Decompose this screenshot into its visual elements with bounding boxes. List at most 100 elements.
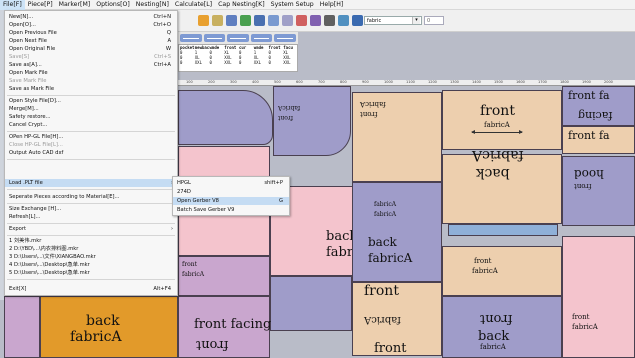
menu-piece[interactable]: Piece[P] — [25, 0, 56, 10]
menu-item-export[interactable]: Export › — [5, 225, 177, 233]
menu-item-label: Export — [9, 226, 26, 232]
menu-item-exit[interactable]: Exit[X] Alt+F4 — [5, 285, 177, 293]
menu-item-label: New[N]... — [9, 14, 34, 20]
menu-item-open[interactable]: Open[O]... Ctrl+O — [5, 21, 177, 29]
ruler-tick: 200 — [208, 80, 215, 84]
piece-label: fabricA — [364, 314, 401, 325]
menu-item-shortcut: W — [165, 46, 171, 52]
menu-file[interactable]: File[F] — [0, 0, 25, 10]
menu-item-load-plt[interactable]: Load .PLT file› — [5, 179, 177, 187]
arrange-icon[interactable] — [198, 15, 209, 26]
pants-icon[interactable] — [352, 15, 363, 26]
menu-item-open-next[interactable]: Open Next File A — [5, 37, 177, 45]
menu-item-shortcut: Ctrl+S — [154, 54, 171, 60]
menu-item-recent-4[interactable]: 4 D:\Users\...\Desktop\急单.mkr — [5, 261, 177, 269]
menu-cap-nesting[interactable]: Cap Nesting[K] — [215, 0, 268, 10]
menu-item-open-hpgl[interactable]: OPen HP-GL File[H]... — [5, 133, 177, 141]
pattern-piece[interactable] — [4, 296, 40, 358]
piece-label: fabricA — [360, 100, 386, 108]
menu-help[interactable]: Help[H] — [317, 0, 347, 10]
menu-item-open-previous[interactable]: Open Previous File Q — [5, 29, 177, 37]
menu-separator — [7, 131, 175, 132]
menu-item-open-style-file[interactable]: Open Style File[D]... — [5, 97, 177, 105]
menu-item-save-mark-file[interactable]: Save Mark File — [5, 77, 177, 85]
submenu-item-hpgl[interactable]: HPGL shift+P — [173, 179, 289, 187]
piece-thumbnail[interactable] — [227, 34, 249, 42]
menu-item-label: Open[O]... — [9, 22, 36, 28]
ruler-tick: 800 — [340, 80, 347, 84]
ruler-tick: 1800 — [560, 80, 569, 84]
shirt-icon[interactable] — [324, 15, 335, 26]
menu-item-safety-restore[interactable]: Safety restore... — [5, 113, 177, 121]
piece-thumbnail[interactable] — [203, 34, 226, 42]
piece-label: front — [480, 311, 513, 326]
piece-thumbnail[interactable] — [250, 34, 273, 42]
person-icon[interactable] — [226, 15, 237, 26]
menu-item-save-as-mark-file[interactable]: Save as Mark File — [5, 85, 177, 93]
menu-separator — [7, 95, 175, 96]
menu-item-open-mark-file[interactable]: Open Mark File — [5, 69, 177, 77]
pattern-piece[interactable] — [442, 246, 562, 296]
image-icon[interactable] — [282, 15, 293, 26]
pin-icon[interactable] — [296, 15, 307, 26]
menu-nesting[interactable]: Nesting[N] — [133, 0, 172, 10]
chevron-down-icon[interactable]: ▾ — [412, 17, 420, 24]
submenu-item-open-gerber[interactable]: Open Gerber V8 G — [173, 197, 289, 205]
ruler-tick: 1100 — [406, 80, 415, 84]
menu-item-open-original[interactable]: Open Original File W — [5, 45, 177, 53]
material-select[interactable]: fabric ▾ — [364, 16, 422, 25]
tshirt-icon[interactable] — [240, 15, 251, 26]
menu-separator — [7, 223, 175, 224]
submenu-item-batch-save-gerber[interactable]: Batch Save Gerber V9 — [173, 206, 289, 214]
table-row[interactable]: 0 XXL 0 XXL 0 XXL 0 XXL — [179, 60, 297, 65]
piece-label: fabricA — [374, 211, 397, 218]
chevron-right-icon: › — [171, 226, 173, 232]
submenu-item-274d[interactable]: 274D — [173, 188, 289, 196]
menu-calculate[interactable]: Calculate[L] — [172, 0, 215, 10]
menu-item-label: Merge[M]... — [9, 106, 39, 112]
menu-item-size-exchange[interactable]: Size Exchange [H]... — [5, 205, 177, 213]
pattern-piece[interactable] — [562, 236, 635, 358]
menu-item-recent-1[interactable]: 1 刘美伟.mkr — [5, 237, 177, 245]
table-cell: 0 — [209, 60, 212, 65]
menu-item-recent-3[interactable]: 3 D:\Users\...\文件\XIANGBAO.mkr — [5, 253, 177, 261]
menu-system-setup[interactable]: System Setup — [268, 0, 317, 10]
menu-item-recent-2[interactable]: 2 D:\YBD\...\内衣排料图.mkr — [5, 245, 177, 253]
menu-item-save[interactable]: Save[S] Ctrl+S — [5, 53, 177, 61]
piece-label: front — [182, 261, 197, 268]
piece-label: front — [480, 103, 515, 119]
menu-item-new[interactable]: New[N]... Ctrl+N — [5, 13, 177, 21]
menu-item-close-hpgl[interactable]: Close HP-GL File[L]... — [5, 141, 177, 149]
pattern-piece[interactable] — [273, 86, 351, 156]
menu-item-recent-5[interactable]: 5 D:\Users\...\Desktop\急单.mkr — [5, 269, 177, 277]
menu-marker[interactable]: Marker[M] — [56, 0, 94, 10]
pattern-piece[interactable] — [352, 182, 442, 282]
marker-canvas-left[interactable]: back fabricA — [0, 296, 178, 358]
value-input[interactable]: 0 — [424, 16, 444, 25]
pattern-piece[interactable] — [270, 276, 352, 331]
piece-thumbnail[interactable] — [274, 34, 296, 42]
menu-item-cancel-crypt[interactable]: Cancel Crypt... — [5, 121, 177, 129]
piece-thumbnail[interactable] — [180, 34, 202, 42]
menu-options[interactable]: Options[O] — [93, 0, 133, 10]
menu-item-save-as[interactable]: Save as[A]... Ctrl+A — [5, 61, 177, 69]
piece-label: fabricA — [480, 343, 506, 351]
menu-item-merge[interactable]: Merge[M]... — [5, 105, 177, 113]
grid-icon[interactable] — [212, 15, 223, 26]
pattern-piece[interactable] — [448, 224, 558, 236]
pattern-piece[interactable] — [442, 90, 562, 150]
menu-item-label: Open Mark File — [9, 70, 48, 76]
piece-label: front — [574, 182, 592, 190]
menu-item-output-dxf[interactable]: Output Auto CAD dxf — [5, 149, 177, 157]
piece-label: front facing — [194, 317, 272, 332]
layout-icon[interactable] — [268, 15, 279, 26]
scissors-icon[interactable] — [338, 15, 349, 26]
pattern-piece[interactable] — [178, 90, 273, 145]
menu-separator — [7, 279, 175, 280]
menu-item-shortcut: Ctrl+O — [153, 22, 171, 28]
menu-item-separate-pieces[interactable]: Seperate Pieces according to Material[E]… — [5, 193, 177, 201]
menu-item-refresh[interactable]: Refresh[L]... — [5, 213, 177, 221]
marker-canvas[interactable]: back fabricA front fabricA front fabricA… — [178, 86, 635, 358]
heart-icon[interactable] — [310, 15, 321, 26]
table-icon[interactable] — [254, 15, 265, 26]
